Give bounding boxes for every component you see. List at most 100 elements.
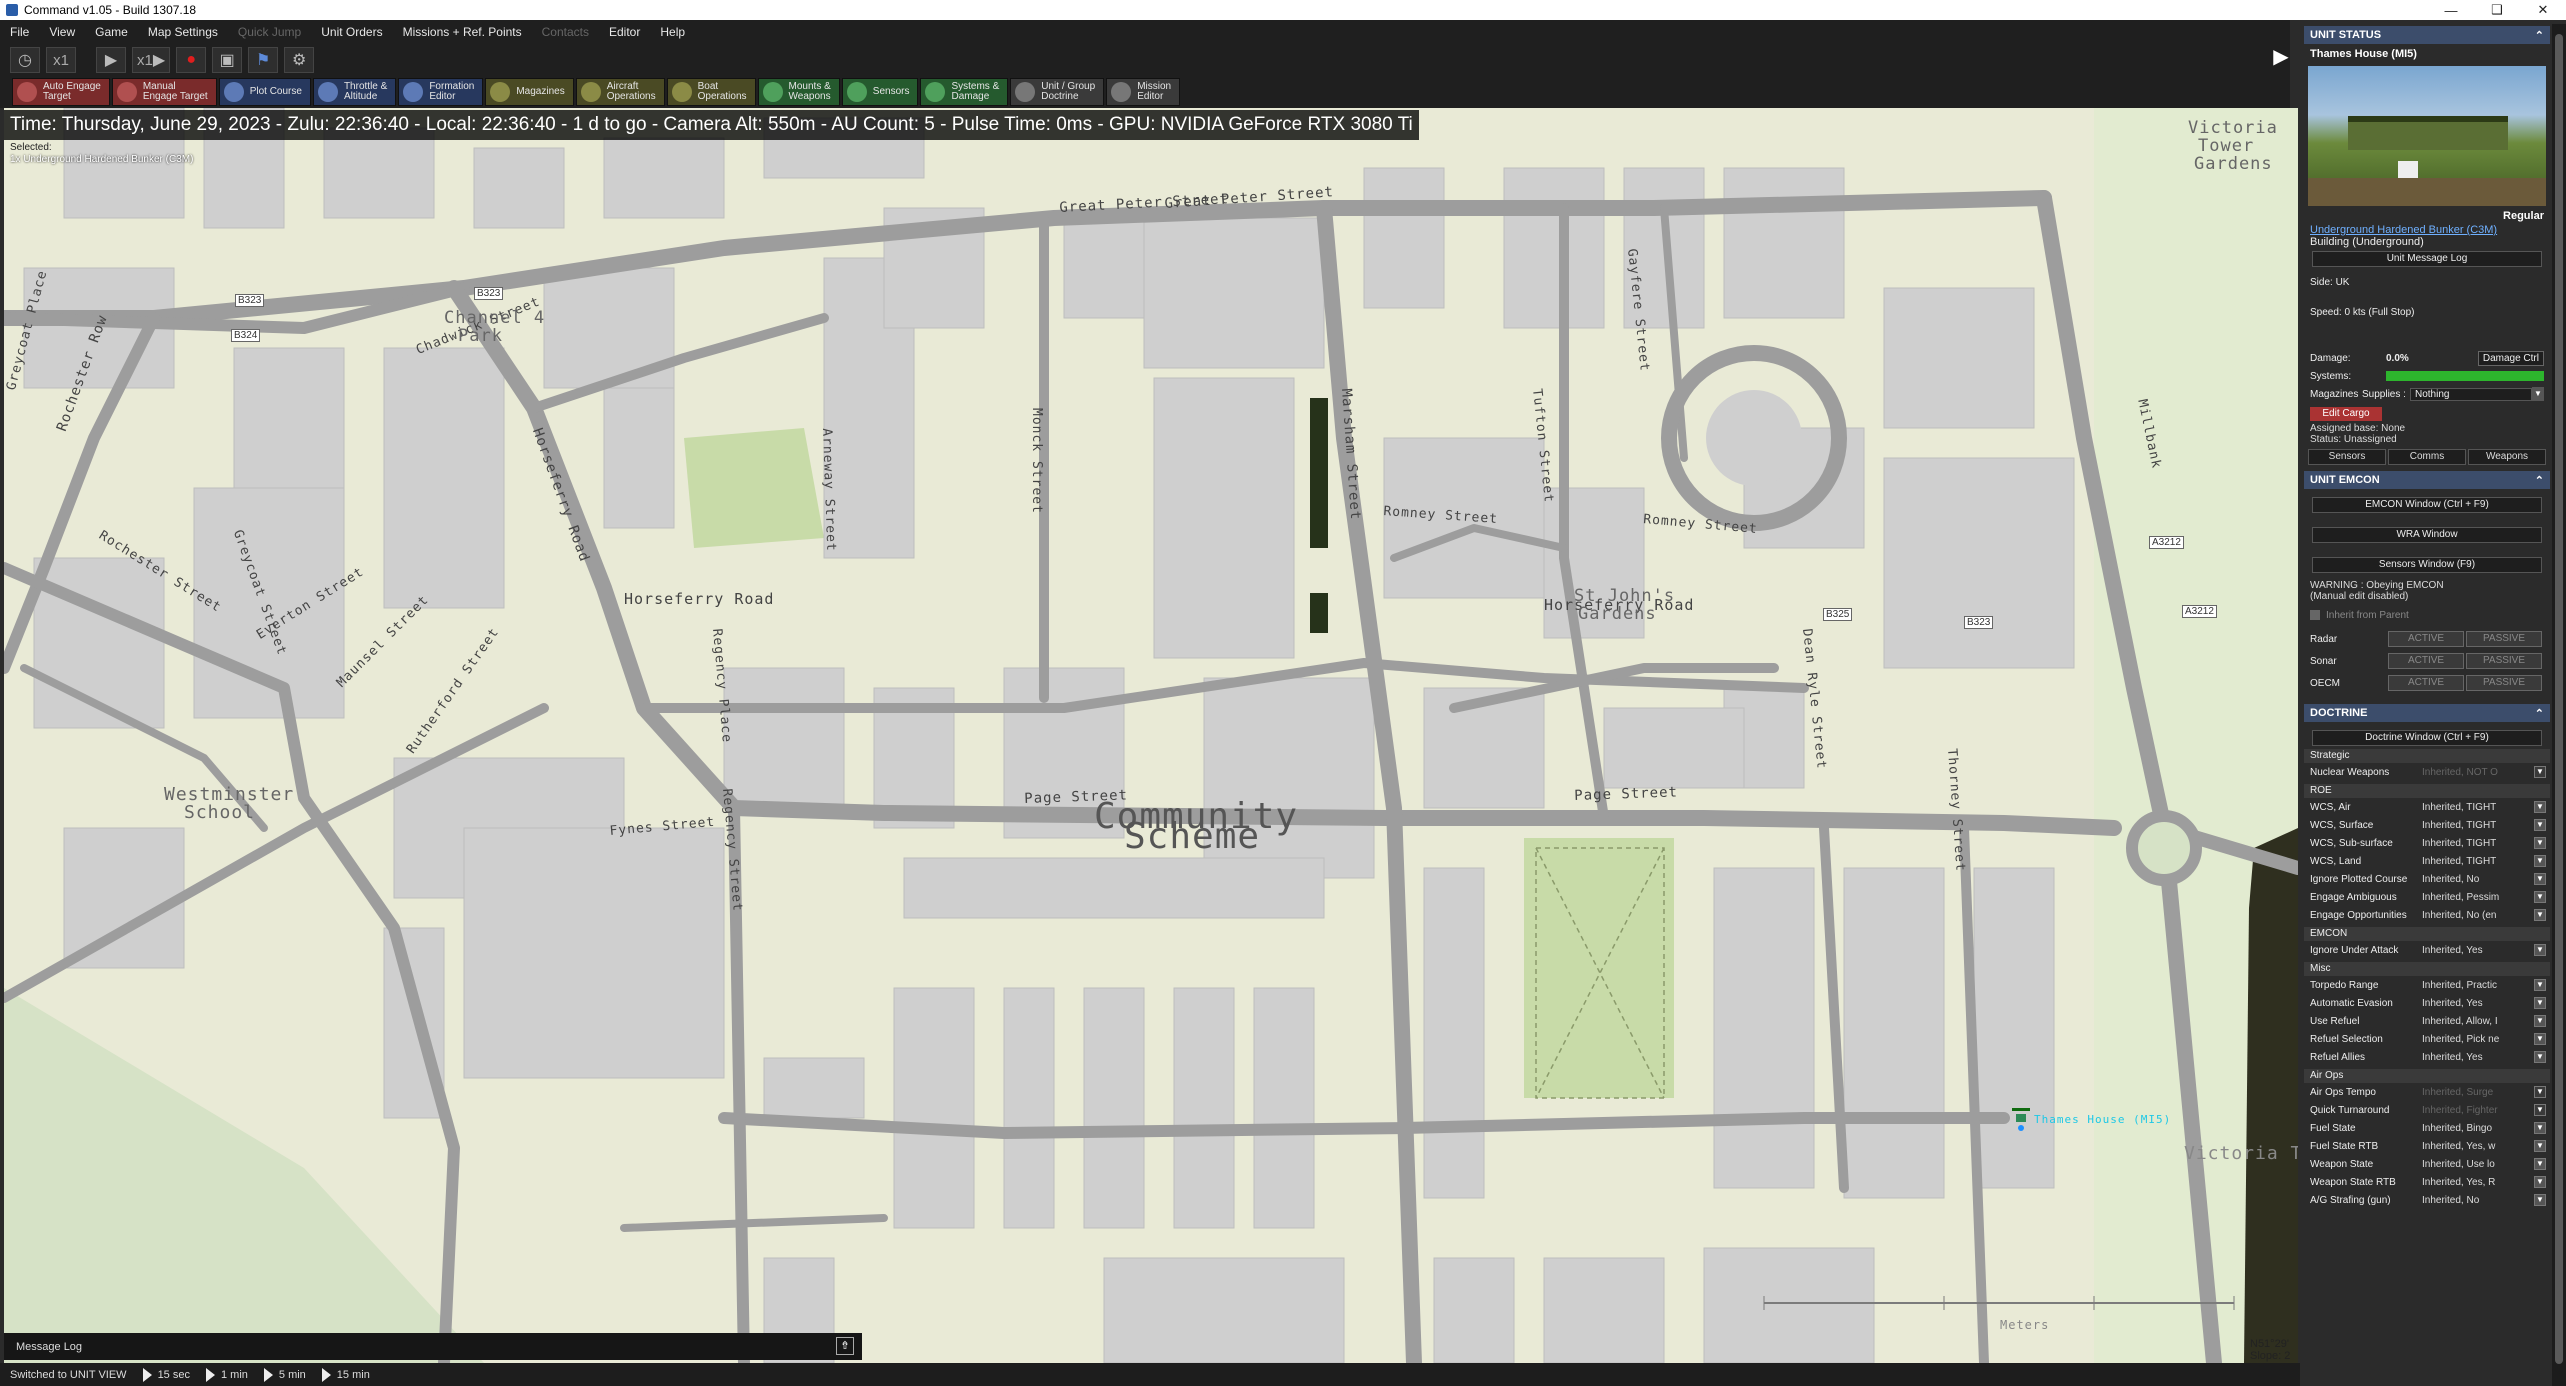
damage-ctrl-button[interactable]: Damage Ctrl [2477,350,2544,366]
doctrine-row[interactable]: Engage Ambiguous Inherited, Pessim ▼ [2304,888,2550,906]
chevron-down-icon[interactable]: ▼ [2534,873,2546,885]
edit-cargo-button[interactable]: Edit Cargo [2310,407,2382,421]
restore-icon[interactable]: ❑ [2474,2,2520,18]
doctrine-row[interactable]: Fuel State Inherited, Bingo ▼ [2304,1119,2550,1137]
tab-comms[interactable]: Comms [2388,449,2466,465]
doctrine-row[interactable]: Ignore Plotted Course Inherited, No ▼ [2304,870,2550,888]
chevron-down-icon[interactable]: ▼ [2534,1140,2546,1152]
menu-item-editor[interactable]: Editor [609,25,640,39]
toolbar-button-manual-engage-target[interactable]: Manual Engage Target [111,78,217,106]
emcon-header[interactable]: UNIT EMCON ⌃ [2304,471,2550,489]
doctrine-row[interactable]: Nuclear Weapons Inherited, NOT O ▼ [2304,763,2550,781]
chevron-down-icon[interactable]: ▼ [2534,1015,2546,1027]
doctrine-row[interactable]: Refuel Allies Inherited, Yes ▼ [2304,1048,2550,1066]
active-toggle[interactable]: ACTIVE [2388,631,2464,647]
flag-icon[interactable]: ⚑ [248,47,279,73]
chevron-down-icon[interactable]: ▼ [2534,1086,2546,1098]
time-step-button[interactable]: 15 sec [142,1367,190,1382]
doctrine-row[interactable]: Engage Opportunities Inherited, No (en ▼ [2304,906,2550,924]
sensors-window-button[interactable]: Sensors Window (F9) [2312,557,2542,573]
doctrine-row[interactable]: WCS, Land Inherited, TIGHT ▼ [2304,852,2550,870]
time-step-button[interactable]: 1 min [205,1367,248,1382]
chevron-down-icon[interactable]: ▼ [2534,1176,2546,1188]
expand-icon[interactable]: ⇮ [836,1337,854,1355]
doctrine-row[interactable]: Fuel State RTB Inherited, Yes, w ▼ [2304,1137,2550,1155]
play-icon[interactable]: ▶ [96,47,126,73]
toolbar-button-sensors[interactable]: Sensors [841,78,919,106]
active-toggle[interactable]: ACTIVE [2388,653,2464,669]
menu-item-file[interactable]: File [10,25,29,39]
chevron-down-icon[interactable]: ▼ [2534,819,2546,831]
doctrine-row[interactable]: WCS, Sub-surface Inherited, TIGHT ▼ [2304,834,2550,852]
map-view[interactable]: Great Peter Street Great Peter Street Chad… [4,108,2298,1363]
toolbar-button-magazines[interactable]: Magazines [485,78,574,106]
chevron-down-icon[interactable]: ▼ [2534,1104,2546,1116]
chevron-down-icon[interactable]: ▼ [2534,979,2546,991]
toolbar-button-mission-editor[interactable]: Mission Editor [1106,78,1181,106]
chevron-down-icon[interactable]: ▼ [2534,1122,2546,1134]
inherit-checkbox[interactable]: Inherit from Parent [2304,606,2550,624]
time-step-button[interactable]: 5 min [263,1367,306,1382]
scrollbar-thumb[interactable] [2555,34,2563,1364]
chevron-down-icon[interactable]: ▼ [2534,801,2546,813]
doctrine-row[interactable]: Refuel Selection Inherited, Pick ne ▼ [2304,1030,2550,1048]
doctrine-row[interactable]: WCS, Surface Inherited, TIGHT ▼ [2304,816,2550,834]
passive-toggle[interactable]: PASSIVE [2466,631,2542,647]
unit-class-link[interactable]: Underground Hardened Bunker (C3M) [2304,224,2550,236]
doctrine-row[interactable]: Quick Turnaround Inherited, Fighter ▼ [2304,1101,2550,1119]
emcon-window-button[interactable]: EMCON Window (Ctrl + F9) [2312,497,2542,513]
chevron-down-icon[interactable]: ▼ [2534,1051,2546,1063]
clock-icon[interactable]: ◷ [10,47,40,73]
chevron-down-icon[interactable]: ▼ [2534,1158,2546,1170]
panel-toggle-icon[interactable]: ▶ [2272,44,2290,68]
panel-scrollbar[interactable] [2552,24,2566,1386]
menu-item-map-settings[interactable]: Map Settings [148,25,218,39]
camera-icon[interactable]: ▣ [212,47,243,73]
toolbar-button-mounts-weapons[interactable]: Mounts & Weapons [757,78,840,106]
doctrine-row[interactable]: Weapon State RTB Inherited, Yes, R ▼ [2304,1173,2550,1191]
doctrine-row[interactable]: Ignore Under Attack Inherited, Yes ▼ [2304,941,2550,959]
passive-toggle[interactable]: PASSIVE [2466,653,2542,669]
menu-item-unit-orders[interactable]: Unit Orders [321,25,382,39]
chevron-down-icon[interactable]: ▼ [2534,1194,2546,1206]
active-toggle[interactable]: ACTIVE [2388,675,2464,691]
menu-item-view[interactable]: View [49,25,75,39]
speed-step-button[interactable]: x1 ▶ [132,47,171,73]
doctrine-row[interactable]: Automatic Evasion Inherited, Yes ▼ [2304,994,2550,1012]
toolbar-button-throttle-altitude[interactable]: Throttle & Altitude [312,78,397,106]
doctrine-window-button[interactable]: Doctrine Window (Ctrl + F9) [2312,730,2542,746]
menu-item-contacts[interactable]: Contacts [542,25,589,39]
passive-toggle[interactable]: PASSIVE [2466,675,2542,691]
unit-message-log-button[interactable]: Unit Message Log [2312,251,2542,267]
tab-sensors[interactable]: Sensors [2308,449,2386,465]
doctrine-row[interactable]: A/G Strafing (gun) Inherited, No ▼ [2304,1191,2550,1209]
toolbar-button-boat-operations[interactable]: Boat Operations [666,78,756,106]
toolbar-button-auto-engage-target[interactable]: Auto Engage Target [12,78,110,106]
toolbar-button-unit-group-doctrine[interactable]: Unit / Group Doctrine [1010,78,1105,106]
menu-item-game[interactable]: Game [95,25,128,39]
toolbar-button-systems-damage[interactable]: Systems & Damage [920,78,1009,106]
doctrine-row[interactable]: Weapon State Inherited, Use lo ▼ [2304,1155,2550,1173]
close-icon[interactable]: ✕ [2520,2,2566,18]
toolbar-button-plot-course[interactable]: Plot Course [218,78,311,106]
unit-status-header[interactable]: UNIT STATUS ⌃ [2304,26,2550,44]
record-icon[interactable]: ● [176,47,207,73]
chevron-down-icon[interactable]: ▼ [2534,997,2546,1009]
chevron-down-icon[interactable]: ▼ [2534,909,2546,921]
menu-item-quick-jump[interactable]: Quick Jump [238,25,301,39]
minimize-icon[interactable]: — [2428,3,2474,18]
time-step-button[interactable]: 15 min [321,1367,370,1382]
doctrine-header[interactable]: DOCTRINE ⌃ [2304,704,2550,722]
tab-weapons[interactable]: Weapons [2468,449,2546,465]
chevron-down-icon[interactable]: ▼ [2534,944,2546,956]
supplies-select[interactable]: Nothing [2410,387,2532,401]
chevron-down-icon[interactable]: ▼ [2534,766,2546,778]
settings-gear-icon[interactable]: ⚙ [284,47,315,73]
doctrine-row[interactable]: Air Ops Tempo Inherited, Surge ▼ [2304,1083,2550,1101]
chevron-down-icon[interactable]: ▼ [2534,837,2546,849]
toolbar-button-aircraft-operations[interactable]: Aircraft Operations [575,78,665,106]
menu-item-missions-ref-points[interactable]: Missions + Ref. Points [403,25,522,39]
chevron-down-icon[interactable]: ▼ [2534,1033,2546,1045]
menu-item-help[interactable]: Help [660,25,685,39]
doctrine-row[interactable]: Torpedo Range Inherited, Practic ▼ [2304,976,2550,994]
